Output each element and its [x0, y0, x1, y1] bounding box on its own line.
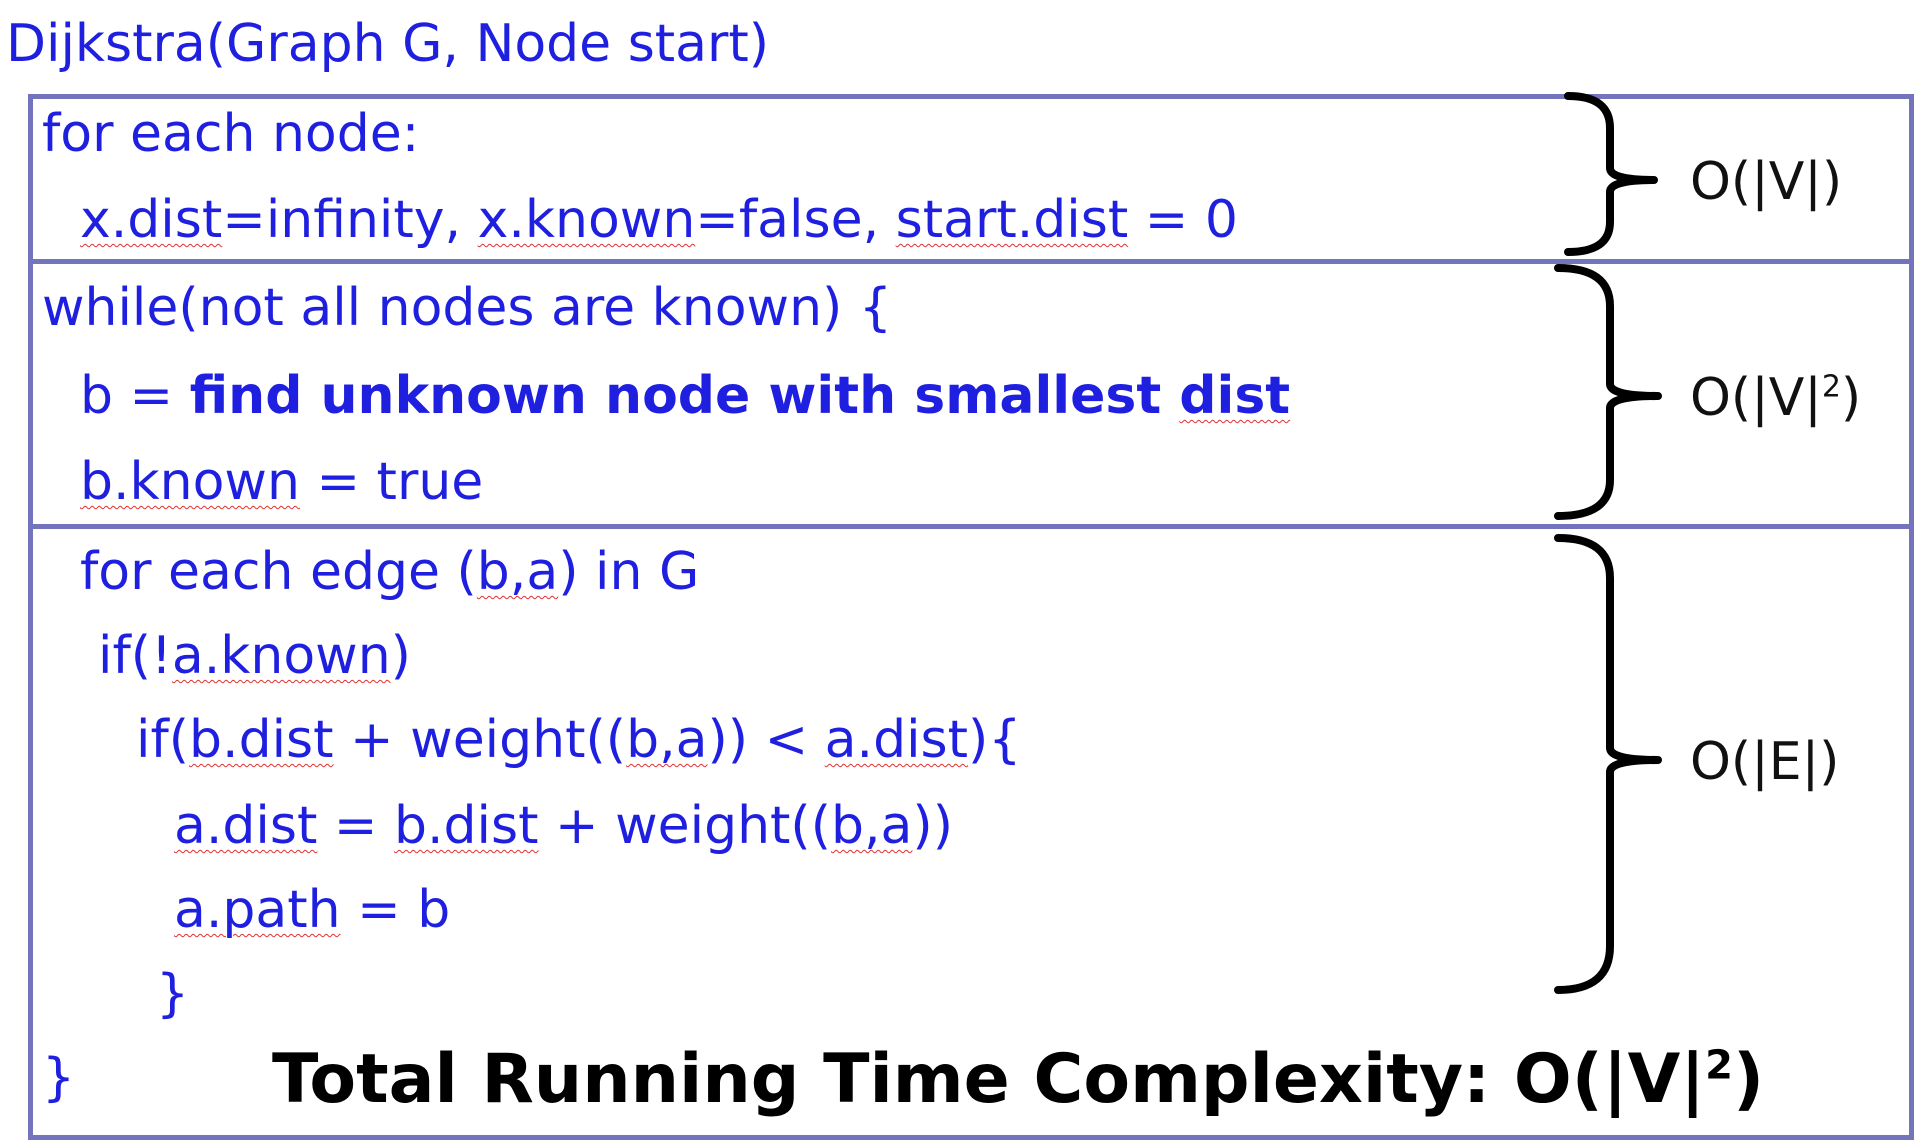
init-brace	[1564, 92, 1658, 256]
curly-braces	[1554, 92, 1662, 994]
edges-brace	[1554, 534, 1662, 994]
loop-brace	[1554, 264, 1662, 520]
